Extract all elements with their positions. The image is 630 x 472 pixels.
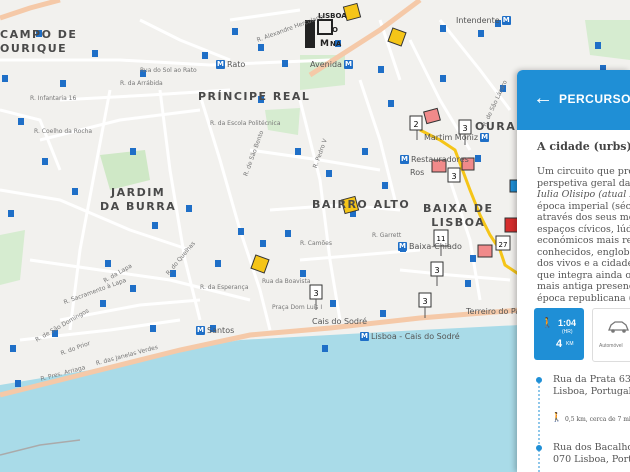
pin-3c[interactable]: 3 [430,261,444,286]
area-principe-real: PRÍNCIPE REAL [198,90,311,103]
panel-title: PERCURSOS [559,92,630,106]
walk-distance-unit: KM [566,341,574,347]
pin-3c-label: 3 [434,266,439,275]
route-panel: ← PERCURSOS A cidade (urbs) Um circuito … [517,70,630,472]
street-sol-rato: Rua do Sol ao Rato [140,67,197,74]
step-2[interactable]: Rua dos Bacalhoeiros070 Lisboa, Portugal [553,442,630,466]
pin-3a-label: 3 [462,124,467,133]
route-description: Um circuito que propõe uma perspetiva ge… [537,166,630,304]
pin-3d-label: 3 [422,297,427,306]
street-camoes: R. Camões [300,240,332,247]
street-esperanca: R. da Esperança [200,284,249,291]
panel-header: ← PERCURSOS [517,70,630,130]
car-mode-button[interactable]: Automóvel [592,308,630,362]
station-rato[interactable]: M Rato [216,60,245,69]
pin-2-label: 2 [413,120,418,129]
step-1[interactable]: Rua da Prata 63, Lisboa, Portugal [553,374,630,398]
station-terreiro-paco[interactable]: Terreiro do Pa [466,307,520,316]
pin-3d[interactable]: 3 [418,292,432,318]
car-icon [608,321,629,333]
area-baixa: BAIXA DE LISBOA [423,202,494,229]
back-arrow-icon[interactable]: ← [533,88,553,108]
street-arrabida: R. da Arrábida [120,80,163,87]
station-martim-moniz[interactable]: Martim Moniz M [424,133,491,142]
step-distance: 0,5 km, cerca de 7 min [565,416,630,423]
street-boavista: Rua da Boavista [262,278,311,285]
steps-timeline [536,377,542,472]
car-label: Automóvel [599,343,623,349]
station-santos[interactable]: M Santos [196,326,234,335]
park-estrela [100,150,150,190]
walk-step-icon: 🚶 [551,412,563,422]
park-east [585,20,630,60]
station-restauradores[interactable]: M Restauradores [400,155,469,164]
area-bairro-alto: BAIRRO ALTO [312,198,411,211]
svg-text:M: M [320,39,329,49]
svg-text:NA: NA [330,40,342,48]
pin-27-label: 27 [499,241,508,249]
street-infantaria: R. Infantaria 16 [30,95,77,102]
station-baixa-chiado[interactable]: M Baixa-Chiado [398,242,462,251]
street-escola: R. da Escola Politécnica [210,120,281,127]
walk-distance: 4 [556,338,563,350]
station-rossio[interactable]: Ros [410,168,424,177]
minor-roads [0,8,512,342]
area-campo-ourique: CAMPO DE OURIQUE [0,28,78,55]
station-lisboa-cais-sodre[interactable]: M Lisboa - Cais do Sodré [360,332,460,341]
walk-icon: 🚶 [541,318,554,329]
park-west [0,230,25,285]
route-subtitle: A cidade (urbs) [537,140,630,153]
street-coelho-rocha: R. Coelho da Rocha [34,128,93,135]
station-cais-sodre[interactable]: Cais do Sodré [312,317,367,326]
pin-3e-label: 3 [313,289,318,298]
street-dom-luis: Praça Dom Luís I [272,304,323,311]
walk-time-unit: (HR) [562,329,573,335]
pin-3b-label: 3 [451,172,456,181]
walk-mode-button[interactable]: 🚶 1:04 (HR) 4 KM [534,308,584,360]
area-jardim-burra: JARDIM DA BURRA [100,186,177,213]
street-garrett: R. Garrett [372,232,402,239]
station-intendente[interactable]: Intendente M [456,16,513,25]
svg-text:O: O [332,26,338,34]
walk-time: 1:04 [558,318,577,328]
station-avenida[interactable]: Avenida M [310,60,355,69]
